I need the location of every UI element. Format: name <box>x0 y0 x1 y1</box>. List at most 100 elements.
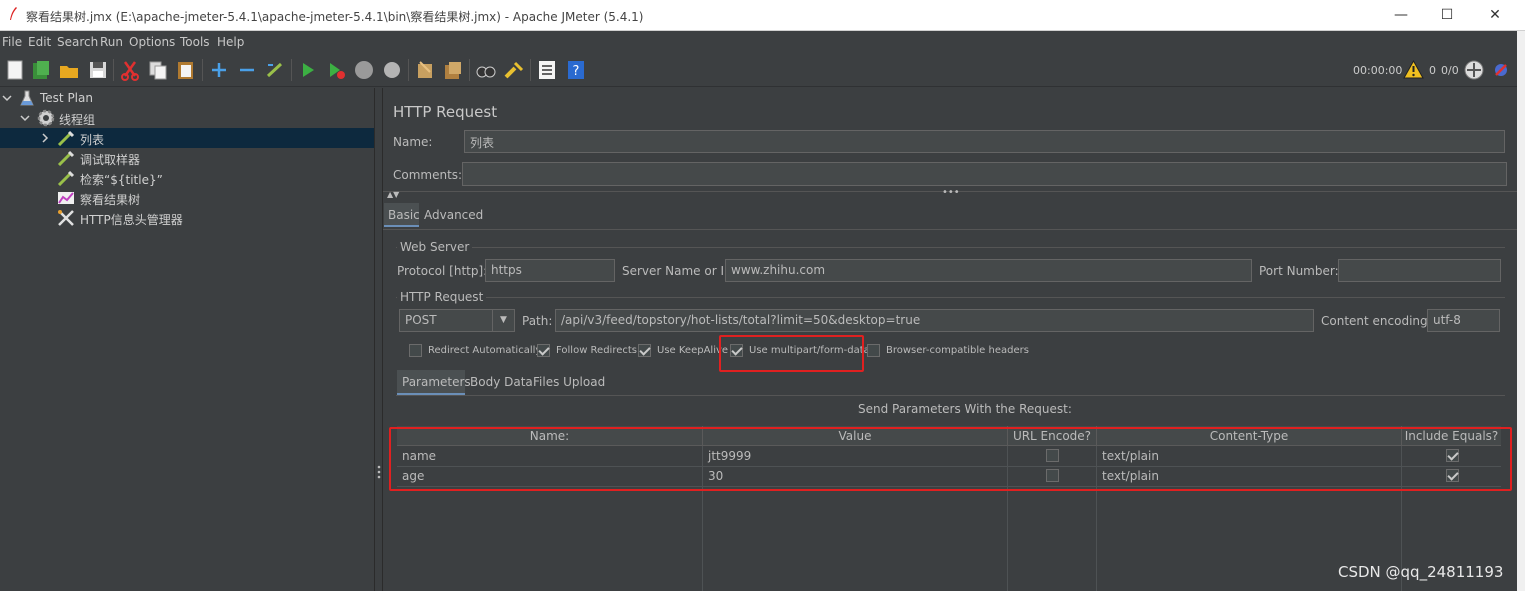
tree-item-debug-sampler[interactable]: 调试取样器 <box>0 148 374 168</box>
test-plan-tree: Test Plan 线程组 列表 调试取样器 检索“${title}” 察看结果… <box>0 88 374 591</box>
tab-advanced[interactable]: Advanced <box>424 208 483 222</box>
menu-edit[interactable]: Edit <box>28 35 51 49</box>
window-title: 察看结果树.jmx (E:\apache-jmeter-5.4.1\apache… <box>26 10 644 24</box>
start-no-pause-icon[interactable] <box>325 59 347 81</box>
stop-icon[interactable] <box>353 59 375 81</box>
chevron-down-icon[interactable] <box>2 93 12 103</box>
http-request-group <box>396 297 1505 367</box>
path-field[interactable]: /api/v3/feed/topstory/hot-lists/total?li… <box>555 309 1314 332</box>
browser-compatible-headers-checkbox[interactable] <box>867 344 880 357</box>
name-field[interactable]: 列表 <box>464 130 1505 153</box>
web-server-legend: Web Server <box>397 240 473 254</box>
comments-label: Comments: <box>393 168 463 182</box>
menu-search[interactable]: Search <box>57 35 98 49</box>
tab-basic[interactable]: Basic <box>384 203 420 227</box>
clear-all-icon[interactable] <box>442 59 464 81</box>
tree-item-label: HTTP信息头管理器 <box>80 213 183 227</box>
minimize-button[interactable]: — <box>1378 0 1424 31</box>
path-label: Path: <box>522 314 553 328</box>
menu-file[interactable]: File <box>2 35 22 49</box>
port-number-field[interactable] <box>1338 259 1501 282</box>
close-button[interactable]: ✕ <box>1472 0 1518 31</box>
cut-icon[interactable] <box>119 59 141 81</box>
toolbar: ? 00:00:00 0 0/0 <box>0 53 1517 87</box>
content-encoding-field[interactable]: utf-8 <box>1427 309 1500 332</box>
shutdown-icon[interactable] <box>381 59 403 81</box>
log-viewer-icon[interactable] <box>1491 61 1511 79</box>
tree-item-thread-group[interactable]: 线程组 <box>0 108 374 128</box>
tree-item-search-sampler[interactable]: 检索“${title}” <box>0 168 374 188</box>
menu-run[interactable]: Run <box>100 35 123 49</box>
expand-icon[interactable] <box>208 59 230 81</box>
method-select-value: POST <box>405 313 437 327</box>
tab-body-data[interactable]: Body Data <box>470 375 533 389</box>
use-keepalive-label: Use KeepAlive <box>657 345 729 356</box>
tree-item-view-results-tree[interactable]: 察看结果树 <box>0 188 374 208</box>
active-threads: 0/0 <box>1441 64 1459 77</box>
maximize-button[interactable]: ☐ <box>1424 0 1470 31</box>
tree-item-label: 察看结果树 <box>80 193 141 207</box>
start-icon[interactable] <box>297 59 319 81</box>
tab-parameters[interactable]: Parameters <box>397 370 471 395</box>
save-icon[interactable] <box>87 59 109 81</box>
page-title: HTTP Request <box>393 103 498 121</box>
tools-icon <box>58 210 74 226</box>
help-icon[interactable]: ? <box>565 59 587 81</box>
chevron-right-icon[interactable] <box>40 133 50 143</box>
http-request-legend: HTTP Request <box>397 290 487 304</box>
menu-tools[interactable]: Tools <box>180 35 210 49</box>
tree-item-label: 调试取样器 <box>80 153 141 167</box>
clear-icon[interactable] <box>414 59 436 81</box>
pipette-icon <box>57 170 75 186</box>
window-title-bar: 察看结果树.jmx (E:\apache-jmeter-5.4.1\apache… <box>0 0 1525 31</box>
elapsed-timer: 00:00:00 <box>1353 64 1403 77</box>
tree-item-test-plan[interactable]: Test Plan <box>0 88 374 108</box>
tree-item-label: Test Plan <box>40 91 93 105</box>
method-select[interactable]: POST ▼ <box>399 309 515 332</box>
browser-compatible-headers-label: Browser-compatible headers <box>886 345 1029 356</box>
warning-icon[interactable] <box>1403 60 1424 79</box>
tree-item-header-manager[interactable]: HTTP信息头管理器 <box>0 208 374 228</box>
server-name-field[interactable]: www.zhihu.com <box>725 259 1252 282</box>
tab-divider <box>383 229 1517 230</box>
function-helper-icon[interactable] <box>536 59 558 81</box>
svg-text:?: ? <box>573 64 580 79</box>
follow-redirects-checkbox[interactable] <box>537 344 550 357</box>
subtab-divider <box>396 395 1505 396</box>
toggle-icon[interactable] <box>264 59 286 81</box>
protocol-label: Protocol [http]: <box>397 264 488 278</box>
search-icon[interactable] <box>475 59 497 81</box>
port-number-label: Port Number: <box>1259 264 1339 278</box>
redirect-automatically-checkbox[interactable] <box>409 344 422 357</box>
watermark: CSDN @qq_24811193 <box>1338 563 1504 581</box>
divider-grip-icon[interactable]: ••• <box>942 187 960 198</box>
templates-icon[interactable] <box>30 59 52 81</box>
jmeter-feather-icon <box>10 7 17 20</box>
tree-item-list-sampler[interactable]: 列表 <box>0 128 374 148</box>
chevron-down-icon[interactable] <box>20 113 30 123</box>
collapse-arrows-icon[interactable]: ▲▼ <box>387 190 399 199</box>
pipette-icon <box>57 150 75 166</box>
tree-item-label: 检索“${title}” <box>80 173 163 187</box>
graph-icon <box>58 192 74 204</box>
menu-bar: File Edit Search Run Options Tools Help <box>0 31 1517 53</box>
comments-field[interactable] <box>462 162 1507 186</box>
menu-help[interactable]: Help <box>217 35 244 49</box>
use-keepalive-checkbox[interactable] <box>638 344 651 357</box>
panel-divider[interactable]: ▲▼ ••• <box>383 187 1517 200</box>
tree-splitter[interactable] <box>374 88 383 591</box>
reset-search-icon[interactable] <box>503 59 525 81</box>
tab-files-upload[interactable]: Files Upload <box>533 375 605 389</box>
collapse-icon[interactable] <box>236 59 258 81</box>
chevron-down-icon[interactable]: ▼ <box>492 310 514 331</box>
toolbar-separator <box>408 59 409 81</box>
splitter-grip-icon[interactable] <box>376 464 382 480</box>
copy-icon[interactable] <box>147 59 169 81</box>
tab-parameters-label: Parameters <box>402 375 471 389</box>
open-icon[interactable] <box>58 59 80 81</box>
paste-icon[interactable] <box>175 59 197 81</box>
protocol-field[interactable]: https <box>485 259 615 282</box>
new-icon[interactable] <box>4 59 26 81</box>
remote-engines-icon[interactable] <box>1464 60 1484 80</box>
menu-options[interactable]: Options <box>129 35 175 49</box>
